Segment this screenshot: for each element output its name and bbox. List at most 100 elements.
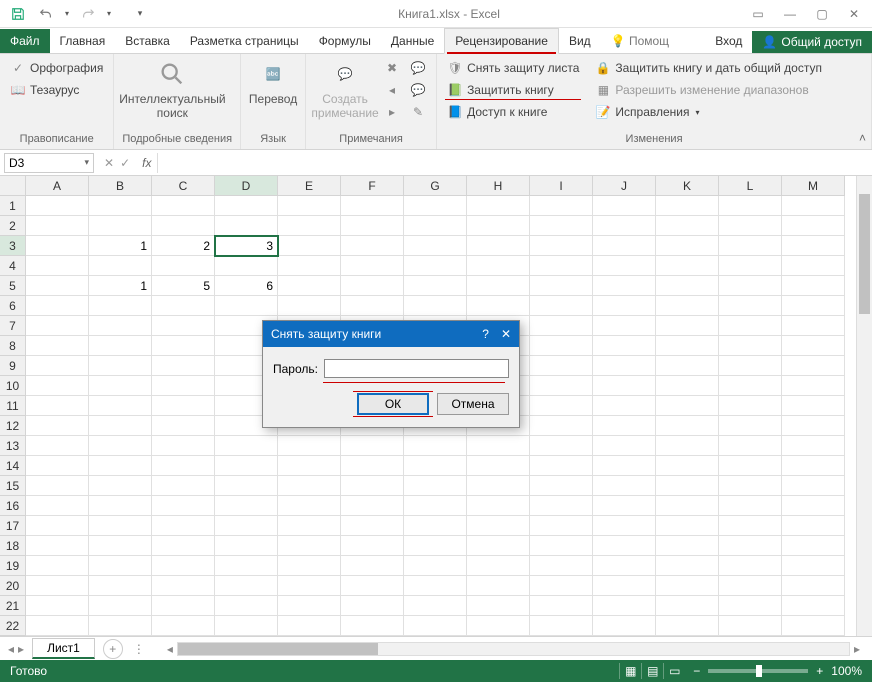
cell[interactable] <box>656 296 719 316</box>
cell[interactable] <box>467 276 530 296</box>
zoom-out-icon[interactable]: − <box>693 664 700 678</box>
tab-formulas[interactable]: Формулы <box>309 29 381 53</box>
cell[interactable] <box>404 236 467 256</box>
row-header[interactable]: 12 <box>0 416 26 436</box>
cell[interactable] <box>782 516 845 536</box>
row-header[interactable]: 3 <box>0 236 26 256</box>
cell[interactable] <box>404 296 467 316</box>
chevron-down-icon[interactable]: ▾ <box>84 157 89 168</box>
row-header[interactable]: 17 <box>0 516 26 536</box>
sheet-tab[interactable]: Лист1 <box>32 638 95 659</box>
cell[interactable] <box>215 556 278 576</box>
cell[interactable] <box>152 256 215 276</box>
cell[interactable] <box>278 556 341 576</box>
cell[interactable] <box>152 556 215 576</box>
cell[interactable] <box>656 416 719 436</box>
cell[interactable] <box>89 556 152 576</box>
row-header[interactable]: 14 <box>0 456 26 476</box>
cell[interactable] <box>530 356 593 376</box>
share-workbook-button[interactable]: 📘Доступ к книге <box>445 102 581 122</box>
cell[interactable] <box>152 416 215 436</box>
cell[interactable] <box>530 476 593 496</box>
cell[interactable] <box>530 316 593 336</box>
cell[interactable] <box>89 376 152 396</box>
column-header[interactable]: B <box>89 176 152 196</box>
cell[interactable] <box>26 396 89 416</box>
select-all-corner[interactable] <box>0 176 26 196</box>
cell[interactable] <box>152 436 215 456</box>
cell[interactable] <box>341 596 404 616</box>
cell[interactable] <box>593 496 656 516</box>
cell[interactable] <box>782 576 845 596</box>
cell[interactable] <box>719 376 782 396</box>
row-header[interactable]: 9 <box>0 356 26 376</box>
cell[interactable] <box>782 396 845 416</box>
cell[interactable] <box>782 496 845 516</box>
cell[interactable] <box>152 496 215 516</box>
tab-data[interactable]: Данные <box>381 29 444 53</box>
row-header[interactable]: 21 <box>0 596 26 616</box>
cell[interactable] <box>719 496 782 516</box>
row-header[interactable]: 2 <box>0 216 26 236</box>
cell[interactable] <box>719 316 782 336</box>
cell[interactable] <box>404 196 467 216</box>
cell[interactable] <box>341 476 404 496</box>
cell[interactable] <box>467 196 530 216</box>
row-header[interactable]: 7 <box>0 316 26 336</box>
cell[interactable] <box>467 616 530 636</box>
cell[interactable] <box>278 616 341 636</box>
cell[interactable] <box>782 596 845 616</box>
cell[interactable] <box>593 616 656 636</box>
cell[interactable] <box>26 496 89 516</box>
cell[interactable] <box>467 456 530 476</box>
cell[interactable] <box>593 456 656 476</box>
row-header[interactable]: 18 <box>0 536 26 556</box>
cell[interactable] <box>782 436 845 456</box>
column-header[interactable]: K <box>656 176 719 196</box>
cell[interactable] <box>782 556 845 576</box>
cell[interactable] <box>593 196 656 216</box>
cell[interactable] <box>656 476 719 496</box>
row-header[interactable]: 6 <box>0 296 26 316</box>
cell[interactable] <box>719 336 782 356</box>
cell[interactable] <box>656 536 719 556</box>
column-header[interactable]: C <box>152 176 215 196</box>
cell[interactable] <box>656 496 719 516</box>
cell[interactable] <box>341 296 404 316</box>
cell[interactable] <box>719 516 782 536</box>
sheet-tab-scroll[interactable]: ⋮ <box>123 642 155 656</box>
cell[interactable] <box>89 536 152 556</box>
cell[interactable] <box>593 516 656 536</box>
cell[interactable]: 2 <box>152 236 215 256</box>
cell[interactable] <box>215 496 278 516</box>
undo-icon[interactable] <box>34 3 58 25</box>
row-header[interactable]: 22 <box>0 616 26 636</box>
cell[interactable] <box>467 576 530 596</box>
column-header[interactable]: I <box>530 176 593 196</box>
cell[interactable] <box>89 436 152 456</box>
cell[interactable] <box>278 196 341 216</box>
cell[interactable] <box>341 256 404 276</box>
cell[interactable] <box>26 216 89 236</box>
cell[interactable] <box>152 536 215 556</box>
cell[interactable] <box>152 376 215 396</box>
redo-dropdown-icon[interactable]: ▾ <box>104 3 114 25</box>
cell[interactable] <box>278 436 341 456</box>
cell[interactable] <box>215 456 278 476</box>
cell[interactable] <box>656 336 719 356</box>
cell[interactable] <box>26 256 89 276</box>
cell[interactable] <box>530 236 593 256</box>
column-header[interactable]: M <box>782 176 845 196</box>
cell[interactable] <box>404 516 467 536</box>
cell[interactable] <box>89 256 152 276</box>
cell[interactable] <box>278 596 341 616</box>
tab-insert[interactable]: Вставка <box>115 29 180 53</box>
cell[interactable] <box>467 536 530 556</box>
cell[interactable] <box>215 196 278 216</box>
cell[interactable] <box>719 456 782 476</box>
view-page-break-icon[interactable]: ▭ <box>663 663 685 679</box>
cell[interactable] <box>719 196 782 216</box>
row-header[interactable]: 1 <box>0 196 26 216</box>
cell[interactable] <box>26 556 89 576</box>
tab-home[interactable]: Главная <box>50 29 116 53</box>
